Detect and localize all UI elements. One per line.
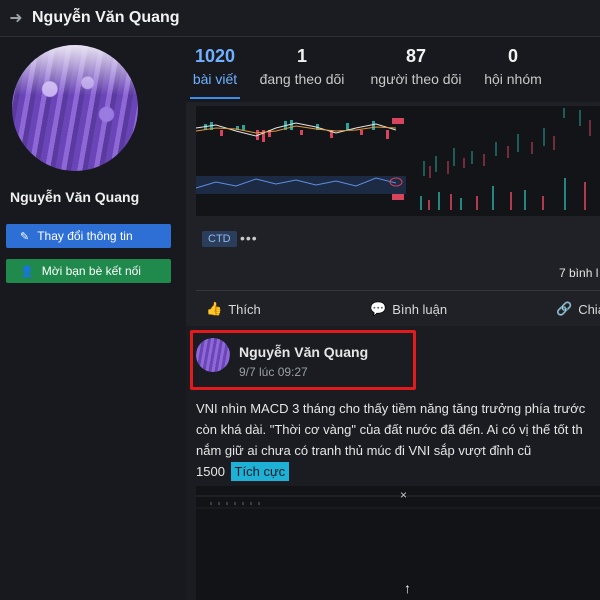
post-chart-image[interactable] xyxy=(196,486,600,600)
more-options-icon[interactable]: ••• xyxy=(240,230,258,246)
candlestick-chart-image xyxy=(414,106,600,216)
comment-count[interactable]: 7 bình l xyxy=(559,266,598,280)
post-actions: 👍 Thích 💬 Bình luận 🔗 Chia xyxy=(186,298,600,322)
previous-post-chart-image[interactable] xyxy=(196,106,600,216)
post-author-name[interactable]: Nguyễn Văn Quang xyxy=(239,344,368,360)
feed: CTD ••• 7 bình l 👍 Thích 💬 Bình luận 🔗 C… xyxy=(186,102,600,600)
close-icon[interactable]: × xyxy=(400,488,407,502)
invite-friends-button[interactable]: 👤 Mời bạn bè kết nối xyxy=(6,259,171,283)
like-button[interactable]: 👍 Thích xyxy=(206,301,261,317)
chart-placeholder-image xyxy=(196,486,600,600)
post-timestamp[interactable]: 9/7 lúc 09:27 xyxy=(239,365,308,379)
tab-groups[interactable]: 0 hội nhóm xyxy=(478,46,548,87)
groups-label: hội nhóm xyxy=(484,71,542,87)
post-line: còn khá dài. "Thời cơ vàng" của đất nước… xyxy=(196,422,583,437)
thumbs-up-icon: 👍 xyxy=(206,301,223,316)
groups-count: 0 xyxy=(507,46,518,66)
tab-followers[interactable]: 87 người theo dõi xyxy=(364,46,468,87)
link-icon: 🔗 xyxy=(556,301,573,316)
macd-chart-image xyxy=(196,106,406,216)
profile-name: Nguyễn Văn Quang xyxy=(10,189,140,205)
arrow-left-icon[interactable]: ➜ xyxy=(0,8,32,28)
edit-profile-button[interactable]: ✎ Thay đổi thông tin xyxy=(6,224,171,248)
scroll-up-icon[interactable]: ↑ xyxy=(404,580,411,596)
following-count: 1 xyxy=(296,46,307,66)
posts-label: bài viết xyxy=(192,71,238,87)
tab-following[interactable]: 1 đang theo dõi xyxy=(254,46,350,87)
pencil-icon: ✎ xyxy=(20,230,30,243)
like-label: Thích xyxy=(228,301,261,317)
divider xyxy=(196,290,600,291)
followers-label: người theo dõi xyxy=(370,71,462,87)
stock-tag[interactable]: CTD xyxy=(202,231,237,247)
profile-stats: 1020 bài viết 1 đang theo dõi 87 người t… xyxy=(186,46,600,102)
post-line-prefix: 1500 xyxy=(196,464,225,479)
post-body: VNI nhìn MACD 3 tháng cho thấy tiềm năng… xyxy=(196,398,600,482)
followers-count: 87 xyxy=(405,46,427,66)
post-card: Nguyễn Văn Quang 9/7 lúc 09:27 VNI nhìn … xyxy=(186,326,600,600)
comment-button[interactable]: 💬 Bình luận xyxy=(370,301,447,317)
top-bar: ➜ Nguyễn Văn Quang xyxy=(0,0,600,37)
avatar[interactable] xyxy=(12,45,138,171)
post-line: nắm giữ ai chưa có tranh thủ múc đi VNI … xyxy=(196,443,532,458)
profile-sidebar: Nguyễn Văn Quang ✎ Thay đổi thông tin 👤 … xyxy=(0,37,186,600)
tab-posts[interactable]: 1020 bài viết xyxy=(190,46,240,87)
invite-friends-label: Mời bạn bè kết nối xyxy=(41,264,141,278)
highlight-box xyxy=(190,330,416,390)
post-line-last: 1500 Tích cực xyxy=(196,461,600,482)
posts-count: 1020 xyxy=(194,46,236,66)
page-title: Nguyễn Văn Quang xyxy=(32,9,180,26)
following-label: đang theo dõi xyxy=(259,71,345,87)
share-label: Chia xyxy=(578,301,600,317)
share-button[interactable]: 🔗 Chia xyxy=(556,301,600,317)
comment-icon: 💬 xyxy=(370,301,387,316)
comment-label: Bình luận xyxy=(392,301,448,317)
post-line: VNI nhìn MACD 3 tháng cho thấy tiềm năng… xyxy=(196,401,586,416)
sentiment-badge[interactable]: Tích cực xyxy=(230,462,290,481)
active-tab-indicator xyxy=(190,97,240,99)
edit-profile-label: Thay đổi thông tin xyxy=(37,229,133,243)
add-user-icon: 👤 xyxy=(20,265,34,278)
